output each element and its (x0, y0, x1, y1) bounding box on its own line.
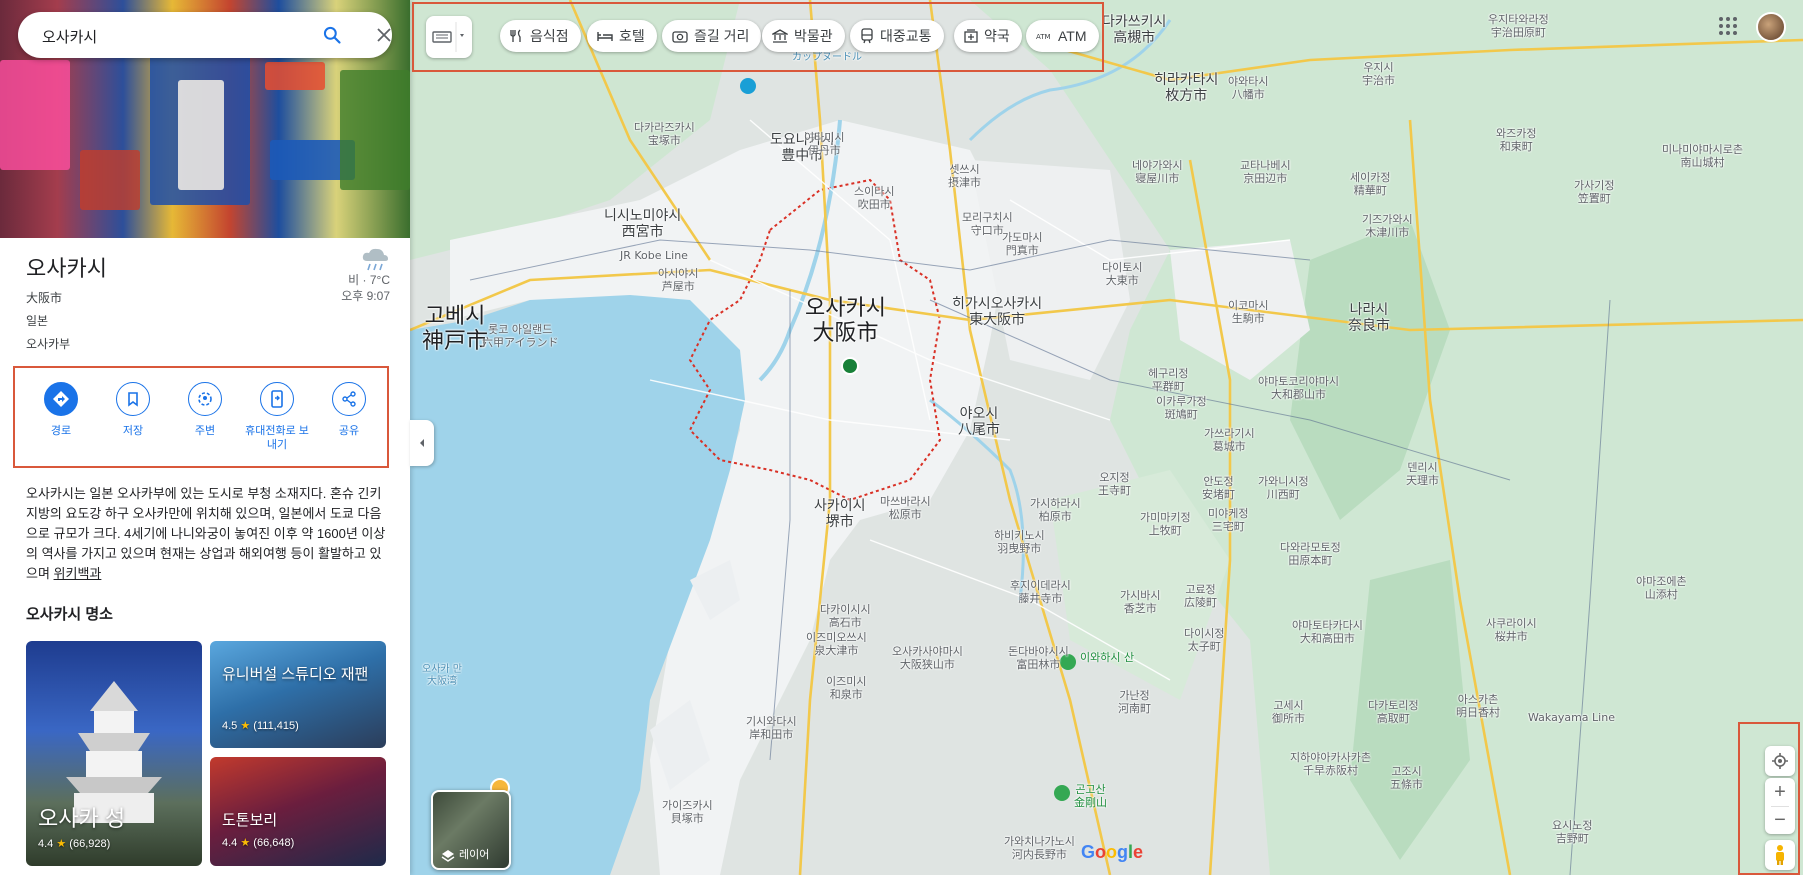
museum-icon (772, 29, 788, 43)
close-icon (377, 28, 391, 42)
chip-label: 약국 (984, 28, 1010, 44)
chip-restaurants[interactable]: 음식점 (500, 20, 581, 52)
save-button[interactable]: 저장 (97, 382, 169, 438)
directions-icon (53, 391, 69, 407)
category-chip-bar: 음식점 호텔 즐길 거리 박물관 대중교통 약국 ATM ATM (412, 2, 1104, 72)
directions-button[interactable]: 경로 (25, 382, 97, 438)
mountain-marker-iwahashi (1060, 654, 1076, 670)
google-logo: Google (1081, 842, 1144, 862)
zoom-controls: + − (1765, 778, 1795, 834)
landmark-rating-dotonbori: 4.4 ★ (66,648) (222, 836, 294, 849)
layers-label: 레이어 (459, 849, 490, 861)
apps-grid-icon (1719, 17, 1737, 35)
map-canvas[interactable]: 오사카시 大阪市 고베시 神戸市 니시노미야시 西宮市 도요나카시 豊中市 다카쓰키시 高… (410, 0, 1803, 875)
zoom-out-button[interactable]: − (1765, 806, 1795, 834)
hotel-icon (597, 29, 613, 43)
nearby-label: 주변 (194, 425, 216, 437)
pharmacy-icon (964, 29, 978, 43)
review-count: (111,415) (253, 720, 299, 732)
star-icon: ★ (56, 838, 67, 850)
rating-value: 4.5 (222, 720, 238, 732)
google-apps-button[interactable] (1716, 14, 1740, 38)
zoom-in-button[interactable]: + (1765, 778, 1795, 806)
layers-icon (441, 850, 455, 862)
landmarks-title: 오사카시 명소 (26, 606, 113, 623)
send-to-phone-icon (271, 390, 283, 408)
landmark-name-universal-studios: 유니버설 스튜디오 재팬 (222, 666, 369, 683)
chip-label: ATM (1058, 28, 1087, 44)
star-icon: ★ (240, 837, 251, 849)
account-avatar[interactable] (1756, 12, 1786, 42)
chip-hotels[interactable]: 호텔 (587, 20, 657, 52)
chip-things-to-do[interactable]: 즐길 거리 (662, 20, 762, 52)
star-icon: ★ (240, 720, 251, 732)
landmark-card-universal-studios[interactable]: 유니버설 스튜디오 재팬 4.5 ★ (111,415) (210, 641, 386, 748)
landmark-card-osaka-castle[interactable]: 오사카 성 4.4 ★ (66,928) (26, 641, 202, 866)
chip-label: 대중교통 (880, 28, 932, 44)
place-country: 일본 (26, 314, 49, 328)
nearby-icon (198, 392, 212, 406)
send-to-phone-label: 휴대전화로 보내기 (245, 425, 309, 451)
camera-icon (672, 29, 688, 43)
collapse-panel-button[interactable] (410, 420, 434, 466)
landmark-rating-osaka-castle: 4.4 ★ (66,928) (38, 837, 110, 850)
chip-label: 호텔 (619, 28, 645, 44)
rain-cloud-icon (362, 248, 388, 271)
directions-label: 경로 (50, 425, 72, 437)
review-count: (66,648) (253, 837, 295, 849)
input-tools-button[interactable] (426, 16, 472, 58)
chevron-left-icon (420, 439, 424, 447)
chip-atm[interactable]: ATM ATM (1026, 20, 1099, 52)
layers-button[interactable]: 레이어 (431, 790, 511, 870)
search-input[interactable] (40, 22, 294, 50)
save-label: 저장 (122, 425, 144, 437)
chip-label: 음식점 (530, 28, 569, 44)
museum-marker (740, 78, 756, 94)
share-label: 공유 (338, 425, 360, 437)
chip-label: 박물관 (794, 28, 833, 44)
nearby-button[interactable]: 주변 (169, 382, 241, 438)
my-location-icon (1772, 753, 1788, 769)
street-view-pegman-button[interactable] (1765, 840, 1795, 870)
map-base (410, 0, 1803, 875)
action-bar: 경로 저장 주변 휴대전화로 보내기 공유 (13, 366, 389, 468)
chip-label: 즐길 거리 (694, 28, 750, 44)
place-description: 오사카시는 일본 오사카부에 있는 도시로 부청 소재지다. 혼슈 긴키 지방의… (26, 484, 386, 584)
restaurant-icon (510, 29, 524, 43)
clear-button[interactable] (370, 21, 398, 49)
landmark-name-osaka-castle: 오사카 성 (38, 806, 126, 831)
chip-transit[interactable]: 대중교통 (850, 20, 944, 52)
weather-time: 오후 9:07 (341, 289, 390, 303)
review-count: (66,928) (69, 838, 111, 850)
wikipedia-link[interactable]: 위키백과 (54, 566, 102, 581)
rating-value: 4.4 (222, 837, 238, 849)
place-panel: 오사카시 大阪市 일본 오사카부 비 · 7°C 오후 9:07 경로 저장 주… (0, 0, 410, 875)
chip-pharmacies[interactable]: 약국 (954, 20, 1022, 52)
search-box (18, 12, 392, 58)
bookmark-icon (128, 392, 138, 407)
weather-widget: 비 · 7°C 오후 9:07 (320, 246, 390, 304)
rating-value: 4.4 (38, 838, 54, 850)
chip-museums[interactable]: 박물관 (762, 20, 845, 52)
pegman-icon (1776, 845, 1784, 865)
landmark-name-dotonbori: 도톤보리 (222, 812, 278, 829)
my-location-button[interactable] (1765, 746, 1795, 776)
place-local-name: 大阪市 (26, 291, 63, 305)
city-hall-marker (841, 357, 859, 375)
weather-condition: 비 · 7°C (348, 273, 390, 287)
place-title: 오사카시 (26, 256, 107, 281)
share-button[interactable]: 공유 (313, 382, 385, 438)
mountain-marker-kongo (1054, 785, 1070, 801)
place-region: 오사카부 (26, 337, 71, 351)
share-icon (342, 391, 356, 407)
keyboard-icon (432, 22, 464, 52)
landmark-card-dotonbori[interactable]: 도톤보리 4.4 ★ (66,648) (210, 757, 386, 866)
transit-icon (860, 28, 874, 44)
svg-text:ATM: ATM (1036, 33, 1051, 41)
landmark-rating-universal-studios: 4.5 ★ (111,415) (222, 719, 299, 732)
atm-icon: ATM (1036, 31, 1052, 41)
search-button[interactable] (318, 21, 346, 49)
search-icon (323, 26, 341, 44)
send-to-phone-button[interactable]: 휴대전화로 보내기 (241, 382, 313, 452)
